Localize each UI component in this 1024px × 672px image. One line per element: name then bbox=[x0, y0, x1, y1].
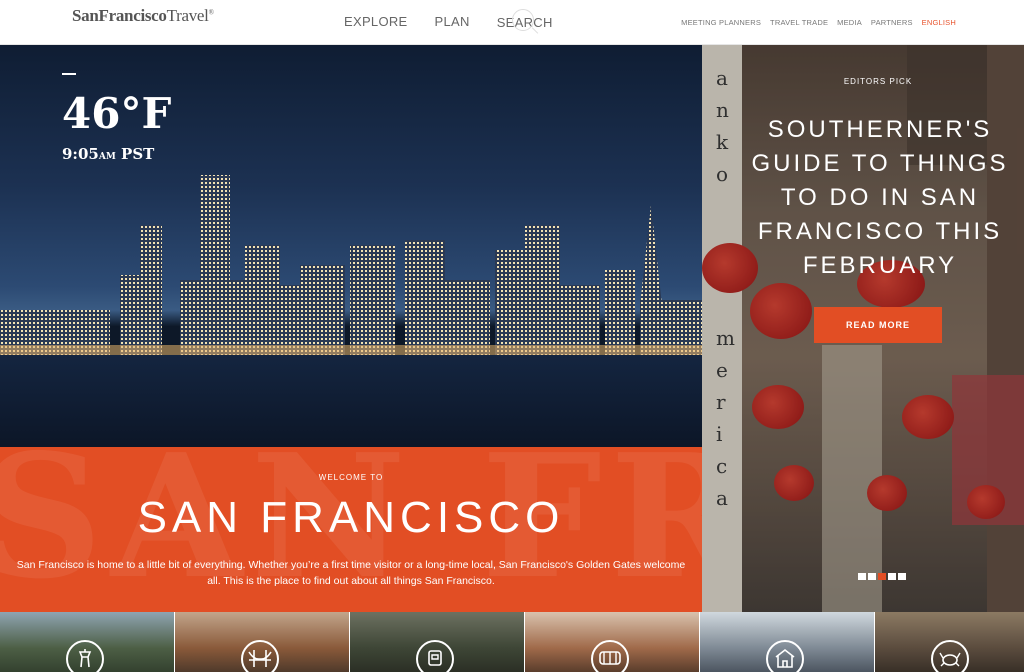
category-thumbnail[interactable] bbox=[700, 612, 875, 672]
logo-light-text: Travel bbox=[166, 6, 209, 25]
hero-divider bbox=[62, 73, 76, 75]
logo-registered-mark: ® bbox=[208, 8, 214, 17]
carousel-dot[interactable] bbox=[898, 573, 906, 580]
welcome-title: SAN FRANCISCO bbox=[137, 493, 565, 542]
nav-plan[interactable]: PLAN bbox=[435, 14, 470, 32]
site-logo[interactable]: SanFranciscoTravel® bbox=[72, 6, 214, 26]
category-thumbnail[interactable] bbox=[350, 612, 525, 672]
welcome-eyebrow: WELCOME TO bbox=[318, 473, 384, 482]
carousel-dot[interactable] bbox=[868, 573, 876, 580]
time-value: 9:05 bbox=[62, 145, 99, 163]
hero-skyline-image: 46°F 9:05AM PST bbox=[0, 45, 702, 447]
trolley-icon bbox=[591, 640, 629, 672]
cable-car-icon bbox=[416, 640, 454, 672]
nav-explore[interactable]: EXPLORE bbox=[344, 14, 408, 32]
category-thumbnail[interactable] bbox=[0, 612, 175, 672]
time-zone: PST bbox=[121, 145, 155, 163]
lighthouse-tower-icon bbox=[66, 640, 104, 672]
carousel-dot[interactable] bbox=[888, 573, 896, 580]
nav-meeting-planners[interactable]: MEETING PLANNERS bbox=[681, 18, 761, 27]
category-thumbnail[interactable] bbox=[175, 612, 350, 672]
language-selector[interactable]: ENGLISH bbox=[922, 18, 956, 27]
site-header: SanFranciscoTravel® EXPLORE PLAN SEARCH … bbox=[0, 0, 1024, 45]
local-time: 9:05AM PST bbox=[62, 145, 154, 163]
utility-nav: MEETING PLANNERS TRAVEL TRADE MEDIA PART… bbox=[672, 18, 956, 27]
nav-travel-trade[interactable]: TRAVEL TRADE bbox=[770, 18, 828, 27]
search-control[interactable]: SEARCH bbox=[497, 9, 580, 34]
read-more-button[interactable]: READ MORE bbox=[814, 307, 942, 343]
nav-media[interactable]: MEDIA bbox=[837, 18, 862, 27]
painted-ladies-house-icon bbox=[766, 640, 804, 672]
editors-pick-label: EDITORS PICK bbox=[843, 77, 913, 86]
editors-pick-panel: a n k o m e r i c a EDITORS PICK SOUTHER… bbox=[702, 45, 1024, 612]
welcome-panel: SAN FR WELCOME TO SAN FRANCISCO San Fran… bbox=[0, 447, 702, 612]
category-thumbnail-strip bbox=[0, 612, 1024, 672]
carousel-dot[interactable] bbox=[858, 573, 866, 580]
main-nav: EXPLORE PLAN SEARCH bbox=[344, 9, 580, 34]
category-thumbnail[interactable] bbox=[525, 612, 700, 672]
category-thumbnail[interactable] bbox=[875, 612, 1024, 672]
bay-water bbox=[0, 355, 702, 447]
search-icon bbox=[511, 9, 534, 31]
editors-pick-title[interactable]: SOUTHERNER'S GUIDE TO THINGS TO DO IN SA… bbox=[730, 113, 1024, 283]
time-am-pm: AM bbox=[98, 152, 116, 162]
crab-icon bbox=[931, 640, 969, 672]
nav-partners[interactable]: PARTNERS bbox=[871, 18, 913, 27]
carousel-pagination bbox=[858, 573, 906, 580]
logo-bold-text: SanFrancisco bbox=[72, 6, 167, 25]
welcome-description: San Francisco is home to a little bit of… bbox=[16, 559, 686, 587]
weather-temperature: 46°F bbox=[62, 89, 172, 138]
golden-gate-bridge-icon bbox=[241, 640, 279, 672]
carousel-dot-active[interactable] bbox=[878, 573, 886, 580]
